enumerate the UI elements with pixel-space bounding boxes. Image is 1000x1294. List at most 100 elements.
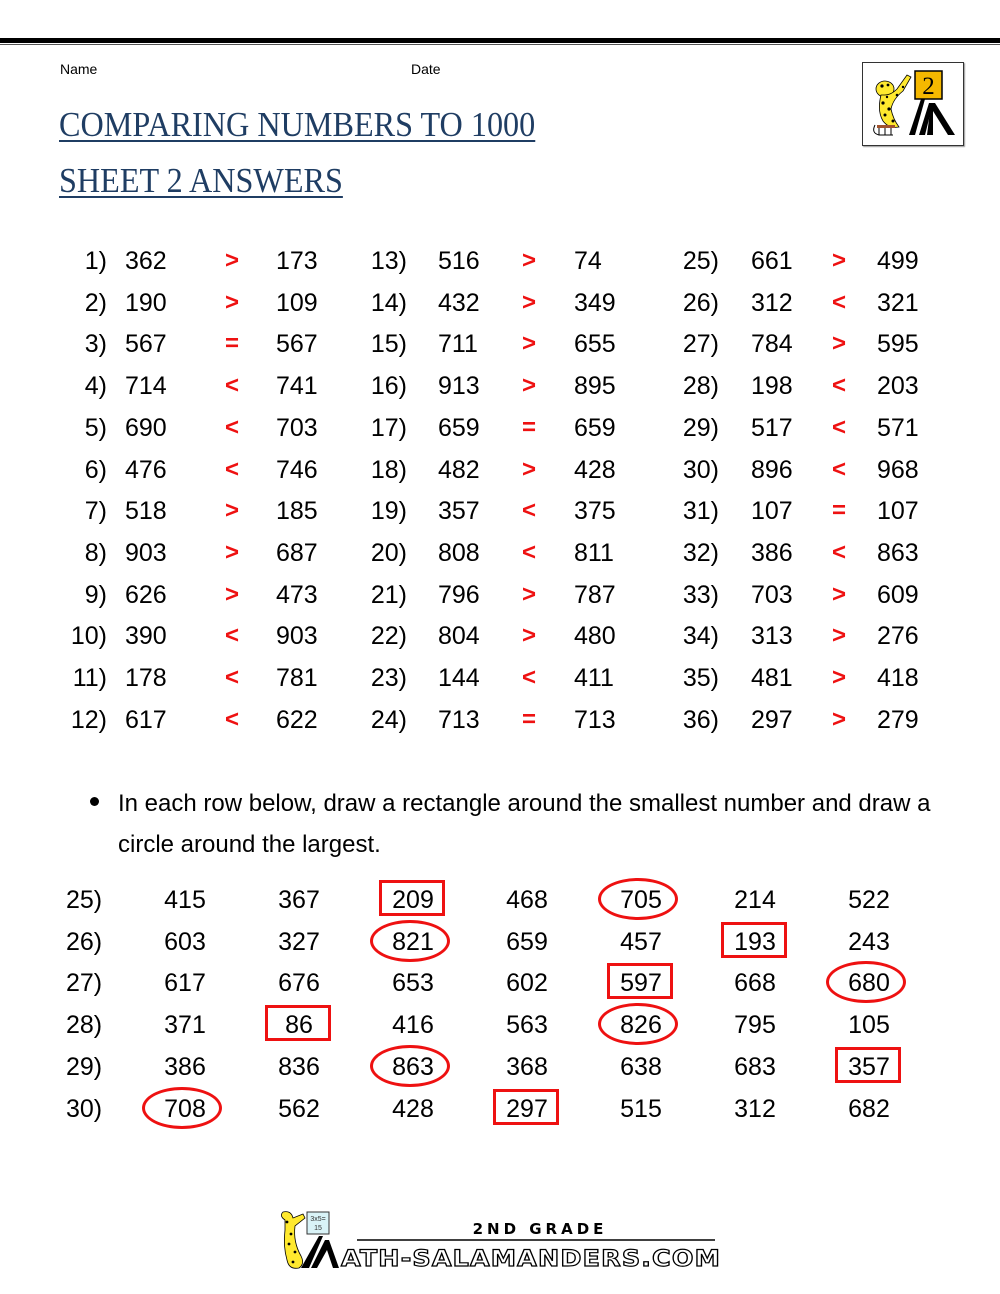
second-number: 968 <box>877 455 919 484</box>
question-number: 32) <box>682 538 719 567</box>
ordering-value-text: 415 <box>164 886 206 914</box>
ordering-value-text: 312 <box>734 1094 776 1123</box>
ordering-value-text: 416 <box>392 1011 434 1040</box>
ordering-row: 28) 371 86 416 563 826 795 105 <box>0 1003 1000 1046</box>
ordering-value-text: 105 <box>848 1011 890 1040</box>
ordering-value-text: 562 <box>278 1094 320 1123</box>
question-number: 27) <box>682 330 719 359</box>
ordering-value: 428 <box>373 1088 453 1130</box>
comparison-row: 31) 107 = 107 <box>0 490 1000 532</box>
comparison-symbol: < <box>831 288 846 316</box>
smallest-value: 357 <box>829 1046 909 1088</box>
first-number: 386 <box>751 538 793 567</box>
ordering-value-text: 367 <box>278 886 320 914</box>
top-rule <box>0 38 1000 43</box>
comparison-symbol: > <box>831 247 846 274</box>
ordering-value-text: 209 <box>392 886 434 914</box>
ordering-value-text: 297 <box>506 1094 548 1123</box>
ordering-value: 312 <box>715 1088 795 1130</box>
question-number: 28) <box>682 372 719 401</box>
comparison-row: 32) 386 <863 <box>0 532 1000 574</box>
ordering-value-text: 371 <box>164 1011 206 1040</box>
ordering-value: 683 <box>715 1046 795 1088</box>
ordering-value-text: 653 <box>392 969 434 998</box>
comparison-symbol: > <box>831 664 846 691</box>
second-number: 418 <box>877 664 919 692</box>
first-number: 784 <box>751 330 793 359</box>
largest-value: 708 <box>142 1086 225 1130</box>
question-number: 36) <box>682 705 719 734</box>
ordering-value: 371 <box>145 1004 225 1046</box>
ordering-value-text: 863 <box>392 1052 434 1081</box>
ordering-value: 386 <box>145 1046 225 1088</box>
page-title: COMPARING NUMBERS TO 1000 <box>59 105 536 144</box>
second-number: 276 <box>877 622 919 651</box>
first-number: 896 <box>751 455 793 484</box>
ordering-value-text: 821 <box>392 927 434 956</box>
ordering-row: 25) 415 367 209 468 705 214 522 <box>0 878 1000 921</box>
ordering-value-text: 603 <box>164 927 206 956</box>
logo-badge-text: 2 <box>922 73 935 100</box>
comparison-row: 26) 312 <321 <box>0 282 1000 324</box>
first-number: 313 <box>751 622 793 651</box>
ordering-value: 515 <box>601 1088 681 1130</box>
math-salamanders-footer-icon: 3x5= 15 2ND GRADE ATH-SALAMANDERS.COM <box>281 1211 721 1273</box>
grade-text: 2ND GRADE <box>473 1220 608 1238</box>
ordering-value: 214 <box>715 879 795 921</box>
ordering-value: 522 <box>829 879 909 921</box>
second-number: 863 <box>877 538 919 567</box>
smallest-value: 297 <box>487 1088 567 1130</box>
ordering-value-text: 368 <box>506 1052 548 1081</box>
first-number: 297 <box>751 705 793 734</box>
ordering-value: 617 <box>145 962 225 1004</box>
ordering-value: 368 <box>487 1046 567 1088</box>
ordering-value: 105 <box>829 1004 909 1046</box>
comparison-row: 29) 517 <571 <box>0 407 1000 449</box>
ordering-value-text: 826 <box>620 1011 662 1040</box>
question-number: 33) <box>682 580 719 609</box>
ordering-value-text: 597 <box>620 969 662 998</box>
comparison-row: 25) 661 >499 <box>0 240 1000 282</box>
ordering-value: 243 <box>829 921 909 963</box>
ordering-value-text: 386 <box>164 1052 206 1081</box>
ordering-value: 367 <box>259 879 339 921</box>
ordering-value-text: 86 <box>285 1011 313 1040</box>
ordering-value-text: 659 <box>506 927 548 956</box>
largest-value: 705 <box>598 878 681 921</box>
ordering-value-text: 214 <box>734 886 776 914</box>
largest-value: 826 <box>598 1003 681 1046</box>
ordering-value-text: 705 <box>620 886 662 914</box>
ordering-value: 836 <box>259 1046 339 1088</box>
smallest-value: 209 <box>373 879 453 921</box>
comparison-row: 27) 784 >595 <box>0 323 1000 365</box>
ordering-row: 29) 386 836 863 368 638 683 357 <box>0 1044 1000 1088</box>
question-number: 26) <box>682 288 719 317</box>
comparison-row: 30) 896 <968 <box>0 449 1000 491</box>
first-number: 312 <box>751 288 793 317</box>
second-number: 499 <box>877 247 919 275</box>
math-salamanders-logo: 2 <box>862 62 964 146</box>
ordering-value-text: 428 <box>392 1094 434 1123</box>
ordering-value: 468 <box>487 879 567 921</box>
ordering-value-text: 676 <box>278 969 320 998</box>
largest-value: 821 <box>370 919 453 963</box>
ordering-value-text: 680 <box>848 969 890 998</box>
ordering-row: 27) 617 676 653 602 597 668 680 <box>0 961 1000 1004</box>
ordering-value-text: 836 <box>278 1052 320 1081</box>
second-number: 609 <box>877 580 919 609</box>
ordering-row: 26) 603 327 821 659 457 193 243 <box>0 919 1000 963</box>
ordering-question-number: 27) <box>66 969 103 998</box>
board-equation-text: 3x5= <box>310 1216 325 1223</box>
ordering-value-text: 708 <box>164 1094 206 1123</box>
ordering-value: 603 <box>145 921 225 963</box>
second-number: 571 <box>877 413 919 442</box>
comparison-symbol: > <box>831 580 846 608</box>
question-number: 34) <box>682 622 719 651</box>
site-name-text: ATH-SALAMANDERS.COM <box>341 1247 721 1272</box>
ordering-value: 415 <box>145 879 225 921</box>
first-number: 517 <box>751 413 793 442</box>
second-number: 279 <box>877 705 919 734</box>
ordering-value: 676 <box>259 962 339 1004</box>
comparison-symbol: > <box>831 705 846 733</box>
ordering-value-text: 638 <box>620 1052 662 1081</box>
